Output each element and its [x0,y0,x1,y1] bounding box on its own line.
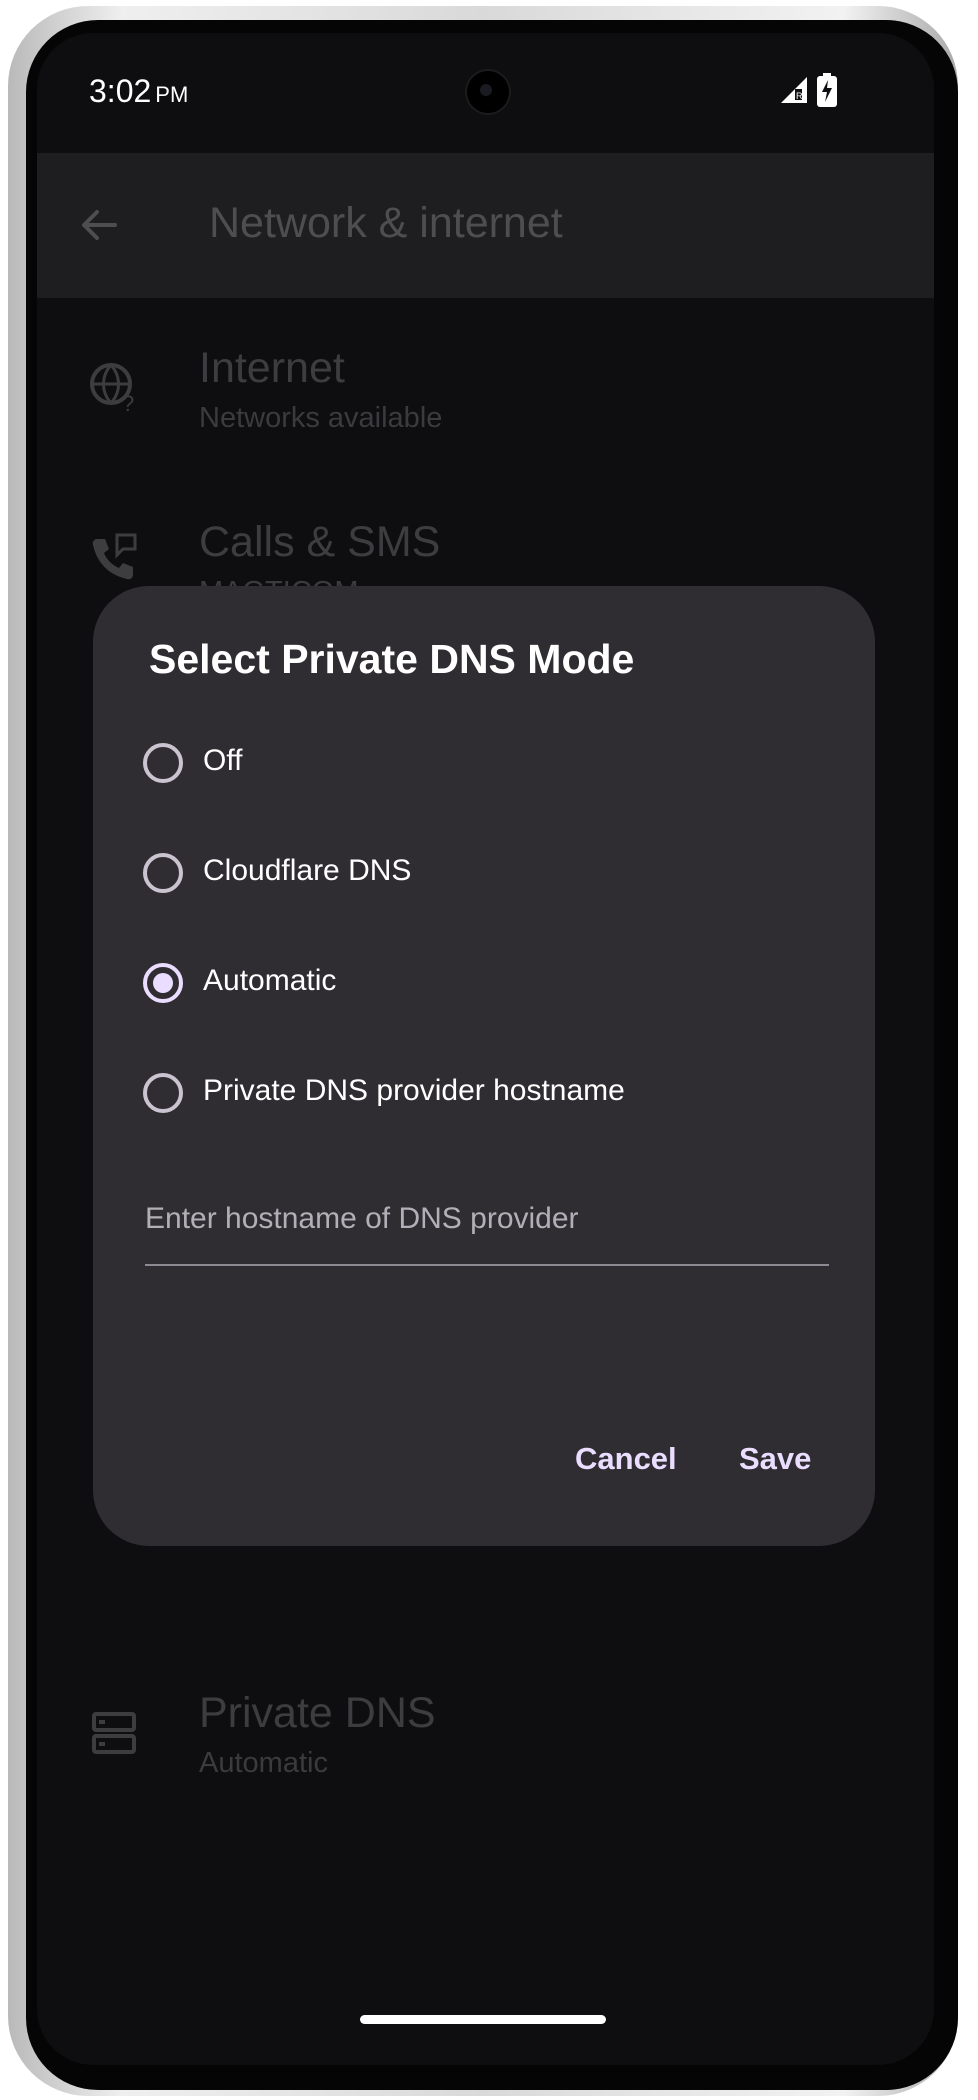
screen: 3:02 PM R Network & internet ? Internet N… [37,33,934,2065]
option-provider-hostname[interactable]: Private DNS provider hostname [143,1066,823,1126]
option-label: Cloudflare DNS [203,854,412,887]
phone-message-icon [92,533,137,580]
front-camera [465,69,511,115]
option-label: Private DNS provider hostname [203,1074,625,1107]
svg-text:?: ? [122,391,134,412]
radio-button-automatic[interactable] [143,963,183,1003]
calls-sms-title: Calls & SMS [199,518,441,566]
dialog-title: Select Private DNS Mode [149,636,635,682]
private-dns-dialog: Select Private DNS Mode Off Cloudflare D… [93,586,875,1546]
status-bar: 3:02 PM R [37,33,934,153]
option-off[interactable]: Off [143,736,823,796]
internet-subtitle: Networks available [199,402,443,434]
page-title: Network & internet [209,199,563,247]
save-button[interactable]: Save [739,1441,811,1477]
private-dns-title: Private DNS [199,1689,436,1737]
option-label: Off [203,744,243,777]
radio-button-cloudflare[interactable] [143,853,183,893]
private-dns-subtitle: Automatic [199,1747,328,1779]
option-automatic[interactable]: Automatic [143,956,823,1016]
status-time: 3:02 PM [89,73,189,109]
hostname-input[interactable] [145,1184,829,1266]
option-cloudflare-dns[interactable]: Cloudflare DNS [143,846,823,906]
back-arrow-icon[interactable] [75,201,123,249]
globe-question-icon: ? [90,363,134,412]
radio-button-hostname[interactable] [143,1073,183,1113]
settings-item-private-dns[interactable]: Private DNS Automatic [37,1653,934,1803]
cancel-button[interactable]: Cancel [575,1441,677,1477]
home-indicator[interactable] [360,2015,606,2024]
svg-text:R: R [796,91,803,101]
option-label: Automatic [203,964,337,997]
settings-item-internet[interactable]: ? Internet Networks available [37,298,934,468]
battery-charging-icon [817,73,837,107]
app-bar: Network & internet [37,153,934,298]
radio-button-off[interactable] [143,743,183,783]
signal-icon: R [781,77,807,103]
dns-icon [92,1712,136,1754]
internet-title: Internet [199,344,345,392]
